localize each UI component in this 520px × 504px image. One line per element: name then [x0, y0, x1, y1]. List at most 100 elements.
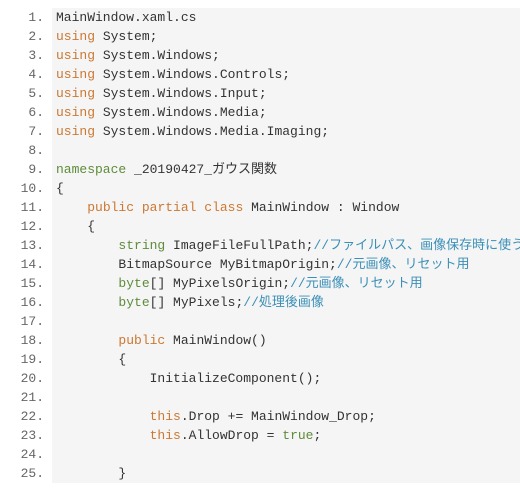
code-line: byte[] MyPixels;//処理後画像 [56, 293, 520, 312]
code-line [56, 141, 520, 160]
code-line: using System.Windows.Media.Imaging; [56, 122, 520, 141]
code-token: //ファイルパス、画像保存時に使う [313, 238, 520, 253]
code-token: { [56, 181, 64, 196]
code-line: { [56, 217, 520, 236]
line-number: 16. [12, 293, 44, 312]
code-token: partial [142, 200, 197, 215]
line-number: 1. [12, 8, 44, 27]
code-line: using System.Windows.Media; [56, 103, 520, 122]
line-number: 24. [12, 445, 44, 464]
line-number: 12. [12, 217, 44, 236]
line-number: 18. [12, 331, 44, 350]
code-token: [] MyPixels; [150, 295, 244, 310]
code-token: public [87, 200, 134, 215]
code-line: this.AllowDrop = true; [56, 426, 520, 445]
code-line: namespace _20190427_ガウス関数 [56, 160, 520, 179]
line-number: 9. [12, 160, 44, 179]
code-token: ImageFileFullPath; [165, 238, 313, 253]
code-token: { [56, 219, 95, 234]
code-token: System.Windows; [95, 48, 220, 63]
code-token: namespace [56, 162, 126, 177]
code-token [56, 295, 118, 310]
code-token: MainWindow.xaml.cs [56, 10, 196, 25]
code-line: using System.Windows.Controls; [56, 65, 520, 84]
code-line: MainWindow.xaml.cs [56, 8, 520, 27]
code-token: true [282, 428, 313, 443]
code-token: BitmapSource MyBitmapOrigin; [56, 257, 337, 272]
code-token [56, 409, 150, 424]
code-token: string [118, 238, 165, 253]
code-token [56, 428, 150, 443]
line-number: 5. [12, 84, 44, 103]
code-line: byte[] MyPixelsOrigin;//元画像、リセット用 [56, 274, 520, 293]
code-line: { [56, 179, 520, 198]
code-line: string ImageFileFullPath;//ファイルパス、画像保存時に… [56, 236, 520, 255]
line-number: 13. [12, 236, 44, 255]
code-token [56, 333, 118, 348]
code-line: public partial class MainWindow : Window [56, 198, 520, 217]
code-token: using [56, 105, 95, 120]
code-line: BitmapSource MyBitmapOrigin;//元画像、リセット用 [56, 255, 520, 274]
line-number: 2. [12, 27, 44, 46]
code-token: .AllowDrop = [181, 428, 282, 443]
code-token: using [56, 124, 95, 139]
line-number: 6. [12, 103, 44, 122]
code-token: using [56, 86, 95, 101]
line-number: 4. [12, 65, 44, 84]
line-number: 21. [12, 388, 44, 407]
code-token: public [118, 333, 165, 348]
line-number: 11. [12, 198, 44, 217]
line-number: 23. [12, 426, 44, 445]
code-line [56, 388, 520, 407]
code-token: ; [313, 428, 321, 443]
code-token: _20190427_ガウス関数 [126, 162, 277, 177]
code-token: byte [118, 276, 149, 291]
code-token: MainWindow : Window [243, 200, 399, 215]
code-token: class [204, 200, 243, 215]
code-token: using [56, 48, 95, 63]
code-line: InitializeComponent(); [56, 369, 520, 388]
code-token: System.Windows.Input; [95, 86, 267, 101]
code-line: { [56, 350, 520, 369]
line-number: 22. [12, 407, 44, 426]
code-line: public MainWindow() [56, 331, 520, 350]
line-number: 10. [12, 179, 44, 198]
code-line: using System.Windows.Input; [56, 84, 520, 103]
code-token: System; [95, 29, 157, 44]
code-token: this [150, 409, 181, 424]
code-area: MainWindow.xaml.csusing System;using Sys… [52, 8, 520, 483]
code-token: //元画像、リセット用 [337, 257, 470, 272]
line-number: 3. [12, 46, 44, 65]
code-token: //元画像、リセット用 [290, 276, 423, 291]
code-line: using System.Windows; [56, 46, 520, 65]
code-line: this.Drop += MainWindow_Drop; [56, 407, 520, 426]
code-token: InitializeComponent(); [56, 371, 321, 386]
code-token: .Drop += MainWindow_Drop; [181, 409, 376, 424]
code-token [134, 200, 142, 215]
code-line [56, 445, 520, 464]
code-token: System.Windows.Media.Imaging; [95, 124, 329, 139]
code-token: MainWindow() [165, 333, 266, 348]
line-number: 8. [12, 141, 44, 160]
code-line [56, 312, 520, 331]
line-number: 19. [12, 350, 44, 369]
line-number: 7. [12, 122, 44, 141]
code-token: { [56, 352, 126, 367]
code-token [56, 200, 87, 215]
code-token: System.Windows.Media; [95, 105, 267, 120]
line-number: 20. [12, 369, 44, 388]
code-line: } [56, 464, 520, 483]
code-token: [] MyPixelsOrigin; [150, 276, 290, 291]
code-token: using [56, 29, 95, 44]
code-block: 1.2.3.4.5.6.7.8.9.10.11.12.13.14.15.16.1… [12, 8, 520, 483]
code-token: System.Windows.Controls; [95, 67, 290, 82]
code-token: using [56, 67, 95, 82]
code-token: } [56, 466, 126, 481]
line-number-gutter: 1.2.3.4.5.6.7.8.9.10.11.12.13.14.15.16.1… [12, 8, 52, 483]
line-number: 17. [12, 312, 44, 331]
code-token: byte [118, 295, 149, 310]
code-token [56, 276, 118, 291]
code-line: using System; [56, 27, 520, 46]
code-token: this [150, 428, 181, 443]
line-number: 14. [12, 255, 44, 274]
